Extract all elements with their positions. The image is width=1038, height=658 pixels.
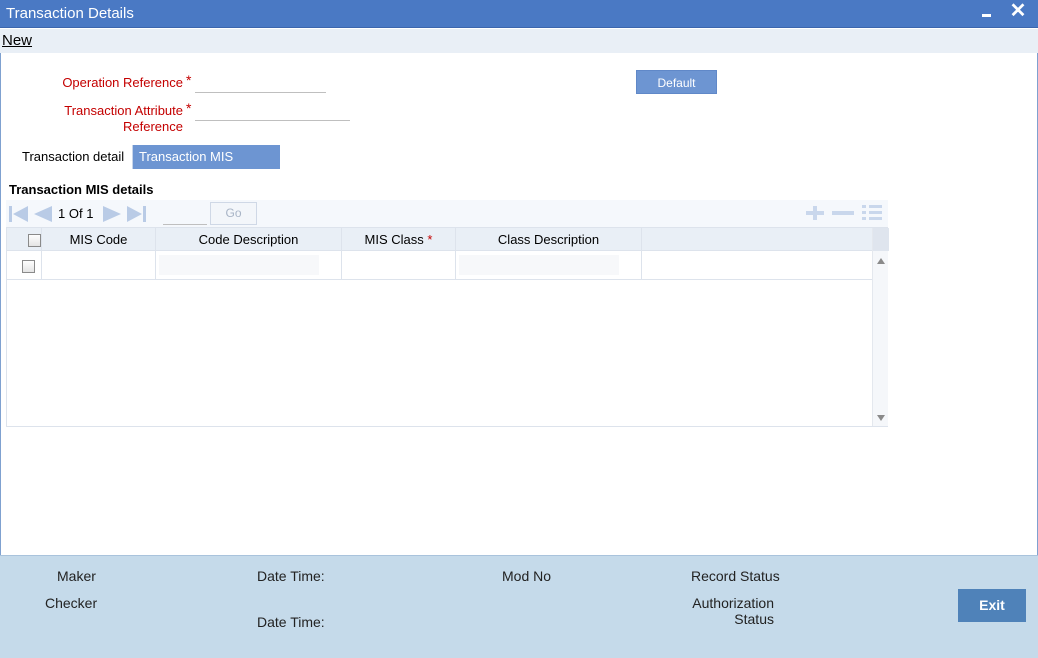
column-header-code-description[interactable]: Code Description [156, 228, 342, 251]
mod-no-label: Mod No [502, 568, 552, 584]
section-title: Transaction MIS details [9, 182, 154, 197]
class-description-input [459, 255, 619, 275]
delete-row-icon[interactable] [831, 204, 855, 222]
go-button[interactable]: Go [210, 202, 257, 225]
authorization-status-label-line2: Status [734, 611, 774, 627]
required-marker: * [186, 100, 192, 116]
pager-of-label: Of [68, 206, 83, 221]
table-row [7, 251, 872, 280]
pager-total: 1 [86, 206, 94, 221]
class-description-cell [456, 251, 642, 280]
audit-footer: Maker Checker Date Time: Date Time: Mod … [0, 555, 1038, 658]
pager-text: 1 Of 1 [58, 206, 93, 221]
minimize-icon[interactable] [978, 2, 996, 22]
mis-class-cell [342, 251, 456, 280]
pager-current: 1 [58, 206, 66, 221]
scroll-up-icon[interactable] [877, 257, 885, 265]
header-select-cell [7, 228, 42, 251]
add-row-icon[interactable] [803, 204, 827, 222]
select-all-checkbox[interactable] [28, 234, 41, 247]
close-icon[interactable]: ✕ [1008, 0, 1028, 22]
maker-date-time-label: Date Time: [257, 568, 325, 584]
checker-date-time-label: Date Time: [257, 614, 325, 630]
vertical-scrollbar[interactable] [872, 228, 889, 426]
scrollbar-header-spacer [873, 228, 889, 251]
mis-details-grid: MIS Code Code Description MIS Class * Cl… [6, 227, 889, 427]
transaction-attribute-reference-input[interactable] [195, 101, 350, 121]
column-header-mis-class-label: MIS Class [364, 232, 424, 247]
required-marker: * [186, 72, 192, 88]
exit-button[interactable]: Exit [958, 589, 1026, 622]
code-description-cell [156, 251, 342, 280]
prev-page-icon[interactable] [32, 205, 54, 223]
transaction-attribute-label: Transaction Attribute [64, 103, 183, 118]
grid-toolbar: 1 Of 1 Go [6, 200, 888, 227]
new-link[interactable]: New [2, 32, 32, 49]
mis-code-cell [42, 251, 156, 280]
column-header-mis-class[interactable]: MIS Class * [342, 228, 456, 251]
authorization-status-label: Authorization [692, 595, 774, 611]
record-status-label: Record Status [691, 568, 780, 584]
first-page-icon[interactable] [8, 205, 30, 223]
row-checkbox[interactable] [22, 260, 35, 273]
maker-label: Maker [57, 568, 96, 584]
window-title: Transaction Details [6, 5, 134, 22]
code-description-input [159, 255, 319, 275]
operation-reference-label: Operation Reference [62, 75, 183, 90]
title-bar: Transaction Details ✕ [0, 0, 1038, 28]
tab-transaction-detail[interactable]: Transaction detail [16, 145, 131, 169]
menu-bar: New [0, 29, 1038, 53]
operation-reference-input[interactable] [195, 73, 326, 93]
required-marker: * [427, 232, 433, 247]
scroll-down-icon[interactable] [877, 414, 885, 422]
column-settings-icon[interactable] [860, 204, 884, 222]
next-page-icon[interactable] [101, 205, 123, 223]
tab-transaction-mis-details[interactable]: Transaction MIS details [132, 145, 280, 188]
mis-class-input[interactable] [343, 255, 453, 275]
last-page-icon[interactable] [125, 205, 147, 223]
grid-header: MIS Code Code Description MIS Class * Cl… [7, 228, 872, 251]
mis-code-input[interactable] [43, 255, 153, 275]
row-select-cell [7, 251, 42, 280]
page-number-input[interactable] [163, 205, 207, 225]
checker-label: Checker [45, 595, 98, 611]
column-header-mis-code[interactable]: MIS Code [42, 228, 156, 251]
column-header-class-description[interactable]: Class Description [456, 228, 642, 251]
default-button[interactable]: Default [636, 70, 717, 94]
transaction-attribute-label-line2: Reference [123, 119, 183, 134]
